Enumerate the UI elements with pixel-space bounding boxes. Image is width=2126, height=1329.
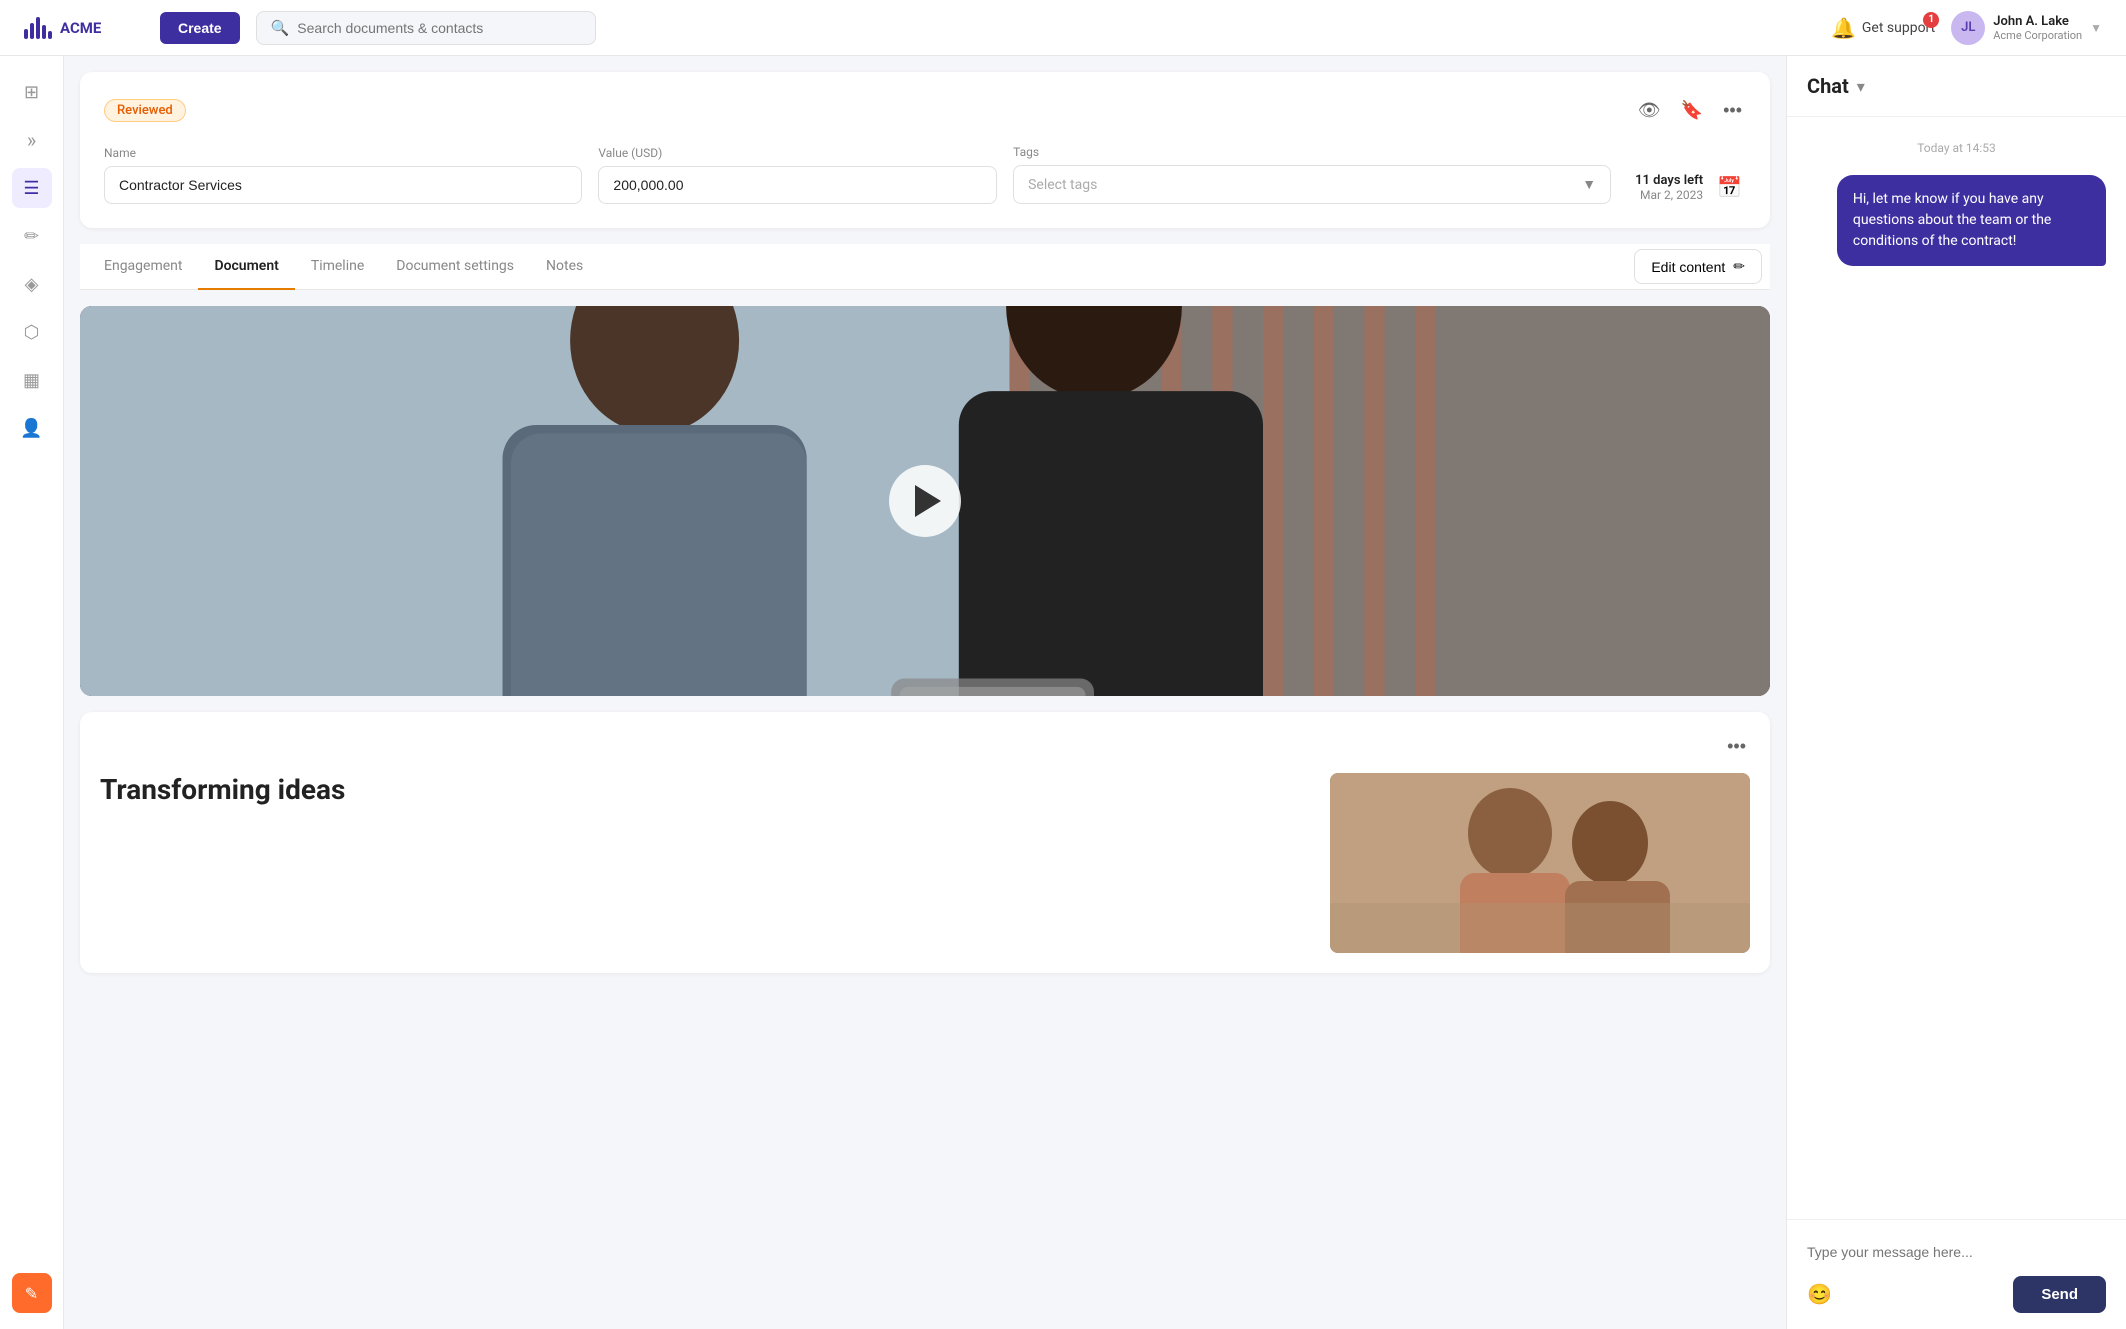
user-name: John A. Lake (1993, 14, 2082, 29)
second-card-image (1330, 773, 1750, 953)
sidebar-item-cube[interactable]: ◈ (12, 264, 52, 304)
create-button[interactable]: Create (160, 12, 240, 44)
support-button[interactable]: 🔔 1 Get support (1831, 16, 1935, 40)
second-card-image-svg (1330, 773, 1750, 953)
chat-input-area: 😊 Send (1787, 1219, 2126, 1329)
logo-icon (24, 17, 52, 39)
tags-placeholder: Select tags (1028, 177, 1097, 193)
chat-chevron-icon[interactable]: ▾ (1857, 77, 1865, 96)
tags-select[interactable]: Select tags ▼ (1013, 165, 1611, 204)
tab-document-settings[interactable]: Document settings (380, 244, 530, 290)
second-section-card: ••• Transforming ideas (80, 712, 1770, 973)
sidebar-item-layers[interactable]: ⬡ (12, 312, 52, 352)
user-profile[interactable]: JL John A. Lake Acme Corporation ▼ (1951, 11, 2102, 45)
notification-badge: 1 (1923, 12, 1939, 28)
video-placeholder (80, 306, 1770, 696)
sidebar-item-grid[interactable]: ⊞ (12, 72, 52, 112)
chat-timestamp: Today at 14:53 (1807, 141, 2106, 155)
deadline-days: 11 days left (1635, 173, 1703, 188)
name-field-group: Name (104, 146, 582, 204)
share-icon-button[interactable]: 🔖 (1677, 96, 1707, 125)
value-field-group: Value (USD) (598, 146, 997, 204)
content-area: Reviewed 👁 🔖 ••• Name Value (USD) Tags (64, 56, 1786, 1329)
sidebar-bottom: ✎ (12, 1273, 52, 1313)
user-details: John A. Lake Acme Corporation (1993, 14, 2082, 42)
emoji-button[interactable]: 😊 (1807, 1282, 1832, 1307)
deadline-date: Mar 2, 2023 (1635, 188, 1703, 202)
sidebar-item-documents[interactable]: ☰ (12, 168, 52, 208)
tags-label: Tags (1013, 145, 1611, 159)
search-icon: 🔍 (271, 19, 290, 37)
deadline-box: 11 days left Mar 2, 2023 📅 (1635, 171, 1746, 204)
tags-field-group: Tags Select tags ▼ (1013, 145, 1611, 204)
tab-document[interactable]: Document (198, 244, 294, 290)
chevron-down-icon: ▼ (2090, 21, 2102, 35)
value-label: Value (USD) (598, 146, 997, 160)
calendar-icon-button[interactable]: 📅 (1713, 171, 1746, 204)
topbar: ACME Create 🔍 🔔 1 Get support JL John A.… (0, 0, 2126, 56)
tabs-right: Edit content ✏ (1634, 249, 1762, 284)
edit-content-button[interactable]: Edit content ✏ (1634, 249, 1762, 284)
video-section (80, 306, 1770, 696)
status-badge: Reviewed (104, 99, 186, 122)
video-play-button[interactable] (889, 465, 961, 537)
tab-engagement[interactable]: Engagement (88, 244, 198, 290)
tab-notes[interactable]: Notes (530, 244, 599, 290)
deadline-text: 11 days left Mar 2, 2023 (1635, 173, 1703, 202)
tab-timeline[interactable]: Timeline (295, 244, 380, 290)
send-button[interactable]: Send (2013, 1276, 2106, 1313)
sidebar: ⊞ » ☰ ✏ ◈ ⬡ ▦ 👤 ✎ (0, 56, 64, 1329)
view-icon-button[interactable]: 👁 (1634, 96, 1665, 125)
second-card-text: Transforming ideas (100, 773, 1314, 806)
sidebar-item-chevron[interactable]: » (12, 120, 52, 160)
tabs-bar: Engagement Document Timeline Document se… (80, 244, 1770, 290)
name-label: Name (104, 146, 582, 160)
second-card-content: Transforming ideas (100, 773, 1750, 953)
sidebar-item-notes[interactable]: ✎ (12, 1273, 52, 1313)
chevron-down-icon: ▼ (1582, 176, 1596, 193)
value-input[interactable] (598, 166, 997, 204)
chat-title: Chat (1807, 74, 1849, 98)
chat-actions: 😊 Send (1807, 1276, 2106, 1313)
search-input[interactable] (297, 20, 580, 36)
card-more-options: ••• (100, 732, 1750, 761)
document-card: Reviewed 👁 🔖 ••• Name Value (USD) Tags (80, 72, 1770, 228)
edit-pencil-icon: ✏ (1733, 258, 1745, 275)
main-layout: ⊞ » ☰ ✏ ◈ ⬡ ▦ 👤 ✎ Reviewed 👁 🔖 ••• (0, 56, 2126, 1329)
bell-icon: 🔔 (1831, 16, 1856, 40)
more-options-button[interactable]: ••• (1719, 96, 1746, 125)
chat-panel: Chat ▾ Today at 14:53 Hi, let me know if… (1786, 56, 2126, 1329)
transforming-title: Transforming ideas (100, 773, 1314, 806)
sidebar-item-edit[interactable]: ✏ (12, 216, 52, 256)
doc-card-header: Reviewed 👁 🔖 ••• (104, 96, 1746, 125)
fields-row: Name Value (USD) Tags Select tags ▼ (104, 145, 1746, 204)
card-dots-button[interactable]: ••• (1723, 732, 1750, 761)
topbar-right: 🔔 1 Get support JL John A. Lake Acme Cor… (1831, 11, 2102, 45)
name-input[interactable] (104, 166, 582, 204)
logo-text: ACME (60, 19, 101, 37)
chat-messages: Today at 14:53 Hi, let me know if you ha… (1787, 117, 2126, 1219)
search-bar: 🔍 (256, 11, 596, 45)
logo: ACME (24, 17, 144, 39)
user-org: Acme Corporation (1993, 29, 2082, 42)
chat-input[interactable] (1807, 1236, 2106, 1268)
sidebar-item-contacts[interactable]: 👤 (12, 408, 52, 448)
play-triangle-icon (915, 485, 941, 517)
avatar: JL (1951, 11, 1985, 45)
edit-content-label: Edit content (1651, 259, 1725, 275)
sidebar-item-chart[interactable]: ▦ (12, 360, 52, 400)
chat-bubble: Hi, let me know if you have any question… (1837, 175, 2106, 266)
chat-header: Chat ▾ (1787, 56, 2126, 117)
doc-card-actions: 👁 🔖 ••• (1634, 96, 1746, 125)
